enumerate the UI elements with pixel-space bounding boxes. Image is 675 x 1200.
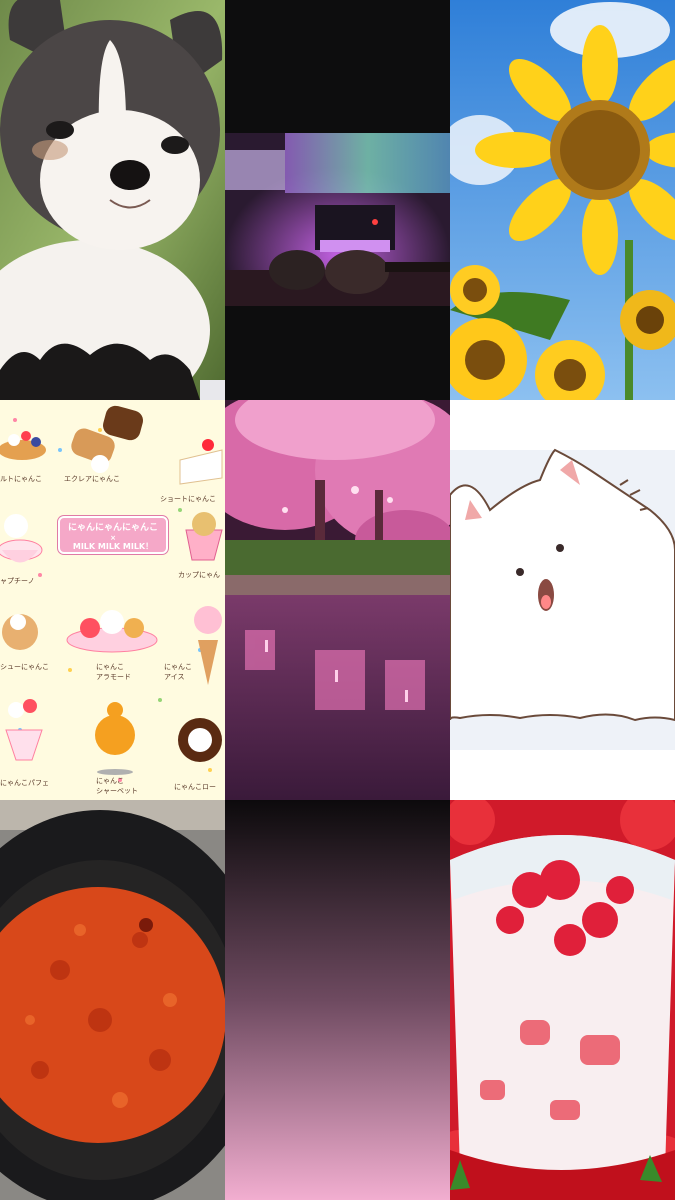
sweets-caption: ショートにゃんこ — [160, 495, 216, 503]
sweets-caption: にゃんこ — [96, 777, 124, 785]
sweets-banner: にゃんにゃんにゃんこ × MILK MILK MILK！ — [58, 516, 168, 554]
tomato-stew-photo — [0, 800, 225, 1200]
sweets-banner-x: × — [110, 534, 116, 542]
sweets-banner-subtitle: MILK MILK MILK！ — [72, 542, 154, 551]
nyanko-sweets-illustration: にゃんにゃんにゃんこ × MILK MILK MILK！ ルトにゃんこ エクレア… — [0, 400, 225, 800]
chihuahua-photo — [0, 0, 225, 400]
sunflower-photo — [450, 0, 675, 400]
photo-collage-grid: にゃんにゃんにゃんこ × MILK MILK MILK！ ルトにゃんこ エクレア… — [0, 0, 675, 1200]
sweets-caption: ャプチーノ — [0, 577, 35, 585]
sweets-caption: にゃんこ — [96, 663, 124, 671]
sweets-caption: にゃんこロー — [174, 783, 216, 791]
sweets-caption: アラモード — [96, 673, 131, 681]
sweets-caption: にゃんこ — [164, 663, 192, 671]
sweets-caption: ルトにゃんこ — [0, 475, 42, 483]
cat-ghost-illustration — [450, 400, 675, 800]
sweets-caption: シューにゃんこ — [0, 663, 49, 671]
sweets-banner-title: にゃんにゃんにゃんこ — [67, 523, 158, 533]
gradient-tile — [225, 800, 450, 1200]
sweets-caption: エクレアにゃんこ — [64, 475, 120, 483]
sweets-caption: カップにゃん — [178, 571, 220, 579]
sweets-caption: アイス — [164, 673, 185, 681]
sweets-caption: シャーベット — [96, 787, 138, 795]
night-sakura-photo — [225, 400, 450, 800]
karaoke-photo — [225, 0, 450, 400]
sweets-caption: にゃんこパフェ — [0, 779, 49, 787]
strawberry-milk-photo — [450, 800, 675, 1200]
